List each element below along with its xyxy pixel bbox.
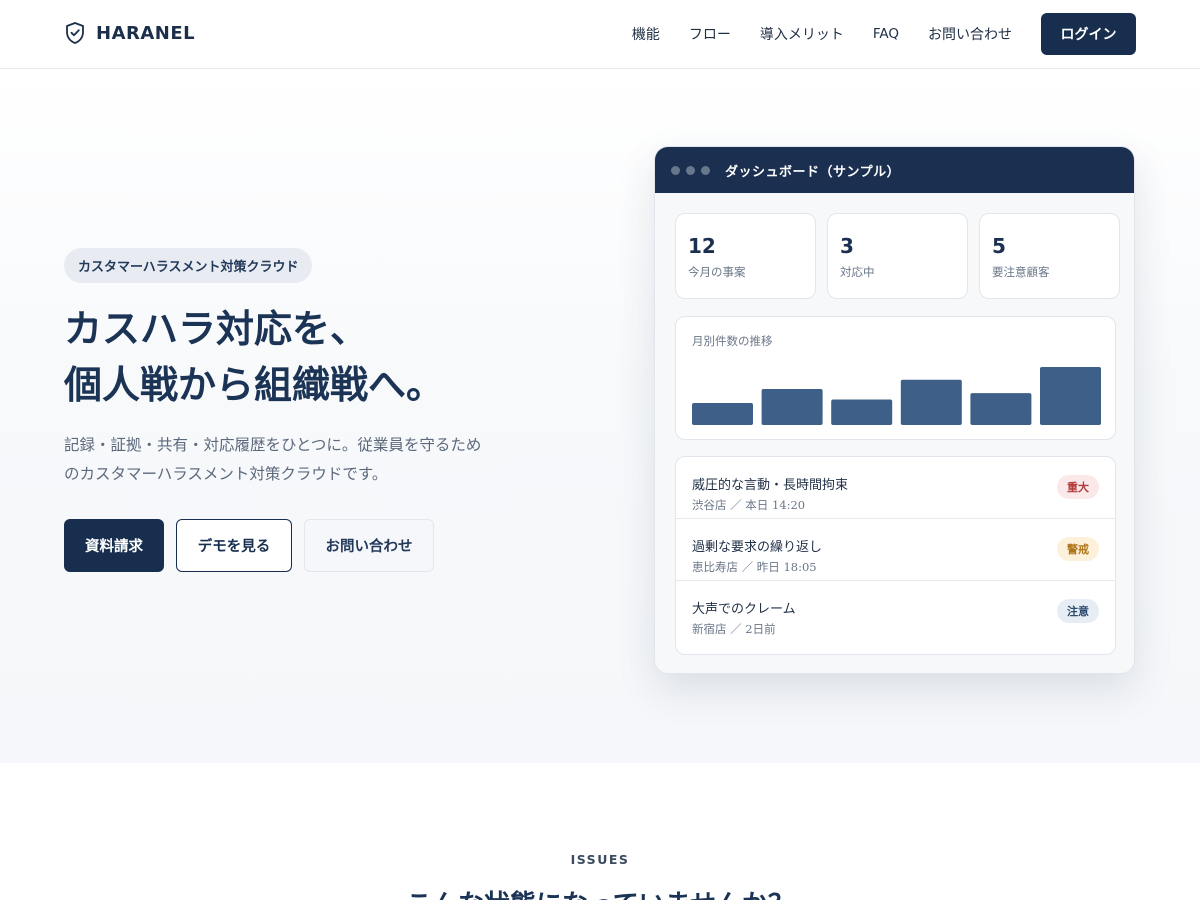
stat-label: 対応中: [840, 265, 875, 279]
hero-section: カスタマーハラスメント対策クラウド カスハラ対応を、 個人戦から組織戦へ。 記録…: [0, 69, 1200, 763]
site-header: HARANEL 機能 フロー 導入メリット FAQ お問い合わせ ログイン: [0, 0, 1200, 69]
stats-row: 12 今月の事案 3 対応中 5 要注意顧客: [675, 213, 1120, 299]
severity-badge: 注意: [1057, 599, 1099, 623]
hero-title-line-1: カスハラ対応を、: [64, 306, 369, 351]
hero-title: カスハラ対応を、 個人戦から組織戦へ。: [64, 301, 444, 413]
nav-benefits[interactable]: 導入メリット: [760, 24, 844, 44]
request-docs-button[interactable]: 資料請求: [64, 519, 164, 572]
hero-title-line-2: 個人戦から組織戦へ。: [64, 362, 445, 407]
issues-eyebrow: ISSUES: [570, 852, 630, 867]
view-demo-button[interactable]: デモを見る: [176, 519, 292, 572]
login-button[interactable]: ログイン: [1041, 13, 1136, 55]
hero-badge: カスタマーハラスメント対策クラウド: [64, 248, 313, 283]
nav-features[interactable]: 機能: [632, 24, 660, 44]
hero-description: 記録・証拠・共有・対応履歴をひとつに。従業員を守るためのカスタマーハラスメント対…: [64, 436, 482, 483]
dashboard-title: ダッシュボード（サンプル）: [725, 164, 901, 180]
incident-item[interactable]: 大声でのクレーム 新宿店 ／ 2日前 注意: [676, 581, 1115, 643]
incident-title: 威圧的な言動・長時間拘束: [692, 478, 849, 493]
window-dot-icon: [671, 165, 680, 175]
severity-badge: 重大: [1057, 475, 1099, 499]
incident-item[interactable]: 過剰な要求の繰り返し 恵比寿店 ／ 昨日 18:05 警戒: [676, 519, 1115, 581]
stat-value: 3: [840, 234, 854, 258]
monthly-bar-chart: [692, 367, 1101, 425]
brand-name: HARANEL: [96, 22, 196, 44]
stat-card-monthly-cases: 12 今月の事案: [675, 213, 816, 299]
incident-title: 過剰な要求の繰り返し: [692, 540, 823, 555]
chart-bar-6: [1040, 367, 1101, 425]
incident-meta: 新宿店 ／ 2日前: [692, 622, 776, 636]
stat-value: 5: [992, 234, 1006, 258]
chart-bar-2: [761, 389, 823, 425]
nav-flow[interactable]: フロー: [689, 24, 731, 44]
incident-meta: 恵比寿店 ／ 昨日 18:05: [692, 560, 817, 574]
issues-title: こんな状態になっていませんか？: [0, 884, 1200, 900]
contact-button[interactable]: お問い合わせ: [304, 519, 434, 572]
stat-value: 12: [688, 234, 716, 258]
chart-title: 月別件数の推移: [692, 334, 773, 348]
brand-logo[interactable]: HARANEL: [64, 21, 195, 45]
nav-contact[interactable]: お問い合わせ: [928, 24, 1012, 44]
stat-label: 要注意顧客: [992, 265, 1050, 279]
incident-meta: 渋谷店 ／ 本日 14:20: [692, 498, 806, 512]
main-nav: 機能 フロー 導入メリット FAQ お問い合わせ ログイン: [632, 13, 1136, 55]
window-dot-icon: [701, 165, 710, 175]
shield-check-icon: [64, 21, 86, 45]
severity-badge: 警戒: [1057, 537, 1099, 561]
dashboard-preview: ダッシュボード（サンプル） 12 今月の事案 3 対応中 5 要注意顧客 月別件…: [654, 146, 1135, 674]
incident-title: 大声でのクレーム: [692, 602, 796, 617]
dashboard-titlebar: ダッシュボード（サンプル）: [655, 147, 1134, 193]
chart-bar-5: [970, 393, 1032, 425]
nav-faq[interactable]: FAQ: [873, 26, 899, 42]
chart-bar-4: [900, 379, 962, 425]
incident-item[interactable]: 威圧的な言動・長時間拘束 渋谷店 ／ 本日 14:20 重大: [676, 457, 1115, 519]
stat-card-watch-customers: 5 要注意顧客: [979, 213, 1120, 299]
stat-label: 今月の事案: [688, 265, 746, 279]
chart-bar-3: [831, 399, 893, 425]
stat-card-in-progress: 3 対応中: [827, 213, 968, 299]
incident-list: 威圧的な言動・長時間拘束 渋谷店 ／ 本日 14:20 重大 過剰な要求の繰り返…: [675, 456, 1116, 655]
monthly-chart-card: 月別件数の推移: [675, 316, 1116, 440]
window-dot-icon: [686, 165, 695, 175]
chart-bar-1: [692, 403, 753, 425]
